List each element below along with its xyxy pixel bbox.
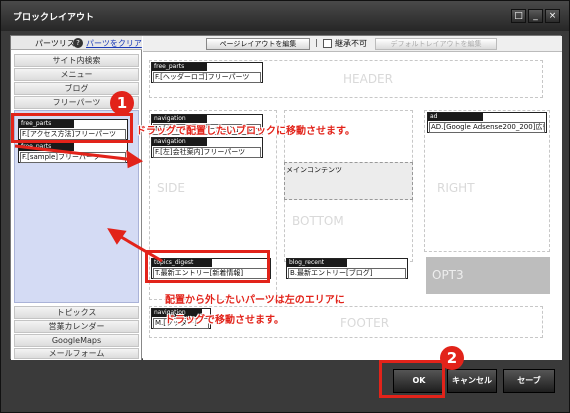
drag-arrow-right — [14, 144, 136, 162]
drag-arrow-left — [115, 232, 163, 263]
drag-arrow-left-head — [107, 228, 127, 245]
annotation-arrows — [14, 144, 163, 263]
drag-arrow-right-head — [126, 150, 144, 169]
